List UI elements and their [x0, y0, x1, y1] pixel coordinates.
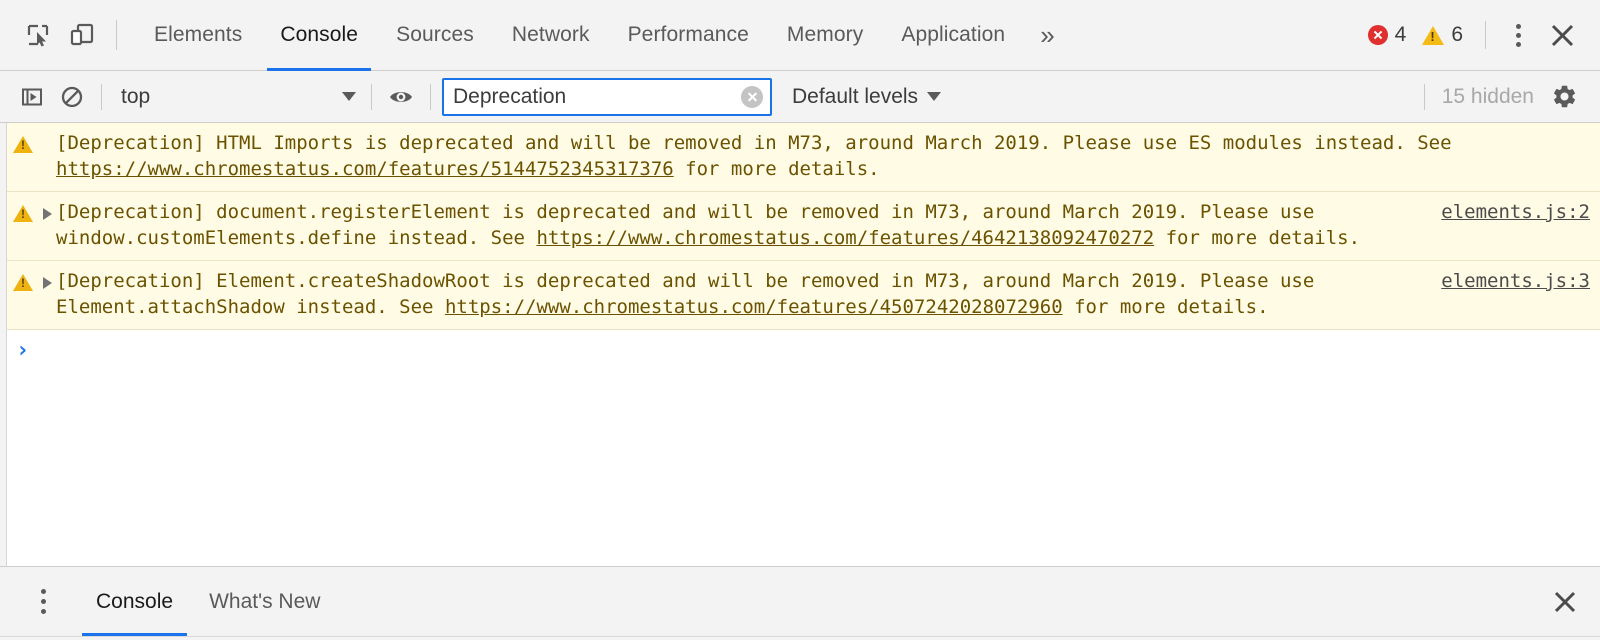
- toolbar-divider: [116, 20, 117, 50]
- close-devtools-icon[interactable]: [1538, 13, 1586, 57]
- message-link[interactable]: https://www.chromestatus.com/features/46…: [536, 227, 1154, 249]
- tab-application[interactable]: Application: [882, 0, 1024, 71]
- message-suffix: for more details.: [1062, 295, 1269, 318]
- devtools-window: Elements Console Sources Network Perform…: [0, 0, 1600, 640]
- console-message-row[interactable]: [Deprecation] Element.createShadowRoot i…: [0, 261, 1600, 330]
- tab-sources[interactable]: Sources: [377, 0, 493, 71]
- toolbar-divider: [371, 83, 372, 110]
- kebab-dot: [40, 589, 46, 594]
- error-icon: [1367, 25, 1388, 45]
- console-message-list[interactable]: [Deprecation] HTML Imports is deprecated…: [0, 123, 1600, 566]
- clear-filter-icon[interactable]: [741, 85, 763, 108]
- tab-network[interactable]: Network: [493, 0, 609, 71]
- kebab-dot: [40, 599, 46, 604]
- console-message-row[interactable]: [Deprecation] document.registerElement i…: [0, 192, 1600, 261]
- drawer-tab-console[interactable]: Console: [78, 567, 191, 636]
- filter-toolbar-right-group: 15 hidden: [1415, 77, 1586, 117]
- tab-label: Sources: [396, 23, 474, 46]
- toolbar-divider: [101, 83, 102, 110]
- console-left-gutter: [0, 123, 7, 566]
- drawer-tab-label: What's New: [209, 589, 321, 613]
- inspect-element-icon[interactable]: [16, 13, 60, 57]
- tab-memory[interactable]: Memory: [768, 0, 882, 71]
- tab-label: Performance: [627, 23, 749, 46]
- expand-arrow-icon[interactable]: [38, 269, 56, 289]
- console-message-row[interactable]: [Deprecation] HTML Imports is deprecated…: [0, 123, 1600, 192]
- message-link[interactable]: https://www.chromestatus.com/features/51…: [56, 158, 674, 180]
- tab-performance[interactable]: Performance: [609, 0, 768, 71]
- message-prefix: [Deprecation] HTML Imports is deprecated…: [56, 132, 1463, 154]
- console-message-text: [Deprecation] Element.createShadowRoot i…: [56, 269, 1429, 320]
- more-tabs-label: »: [1040, 20, 1055, 50]
- drawer-tab-whats-new[interactable]: What's New: [191, 567, 338, 636]
- toolbar-divider: [1423, 83, 1425, 110]
- devtools-main-toolbar: Elements Console Sources Network Perform…: [0, 0, 1600, 71]
- execute-snippet-icon[interactable]: [12, 77, 52, 117]
- error-count-group[interactable]: 4: [1360, 23, 1415, 47]
- execution-context-selector[interactable]: top: [111, 77, 362, 117]
- console-filter-input[interactable]: [442, 77, 772, 116]
- warning-icon: [1422, 25, 1445, 45]
- issue-counts[interactable]: 4 6: [1360, 23, 1471, 47]
- tab-console[interactable]: Console: [261, 0, 377, 71]
- expand-arrow-icon[interactable]: [38, 200, 56, 220]
- execution-context-label: top: [121, 84, 151, 108]
- tab-label: Elements: [154, 23, 243, 46]
- tab-elements[interactable]: Elements: [135, 0, 261, 71]
- console-message-text: [Deprecation] HTML Imports is deprecated…: [56, 131, 1578, 182]
- main-menu-kebab-icon[interactable]: [1498, 13, 1538, 57]
- kebab-dot: [1515, 41, 1521, 47]
- drawer-tab-list: Console What's New: [78, 567, 338, 636]
- drawer-menu-kebab-icon[interactable]: [22, 567, 64, 636]
- device-toolbar-icon[interactable]: [60, 13, 104, 57]
- drawer-tab-label: Console: [96, 589, 174, 613]
- kebab-dot: [1515, 32, 1521, 38]
- log-levels-dropdown[interactable]: Default levels: [788, 77, 945, 117]
- console-prompt[interactable]: ›: [0, 330, 1600, 566]
- prompt-chevron-icon: ›: [16, 338, 30, 363]
- warning-icon: [8, 200, 38, 222]
- tab-label: Application: [901, 23, 1006, 46]
- toolbar-right-group: 4 6: [1360, 13, 1586, 57]
- message-suffix: for more details.: [1154, 226, 1361, 249]
- live-expression-eye-icon[interactable]: [381, 77, 421, 117]
- message-source-link[interactable]: elements.js:3: [1441, 269, 1590, 295]
- console-filter-field: [442, 77, 772, 116]
- message-source-link[interactable]: elements.js:2: [1441, 200, 1590, 226]
- log-levels-label: Default levels: [792, 84, 919, 108]
- tab-label: Network: [511, 23, 590, 46]
- close-drawer-icon[interactable]: [1530, 567, 1600, 636]
- message-link[interactable]: https://www.chromestatus.com/features/45…: [445, 296, 1063, 318]
- toolbar-divider: [1485, 21, 1486, 49]
- hidden-messages-label: 15 hidden: [1441, 84, 1534, 108]
- chevron-down-icon: [342, 92, 356, 101]
- tab-label: Console: [280, 23, 359, 46]
- devtools-drawer: Console What's New: [0, 566, 1600, 636]
- panel-tab-list: Elements Console Sources Network Perform…: [135, 0, 1071, 71]
- chevron-down-icon: [927, 92, 942, 101]
- settings-gear-icon[interactable]: [1542, 77, 1586, 117]
- message-suffix: for more details.: [673, 157, 880, 180]
- warning-icon: [8, 131, 38, 153]
- toolbar-divider: [430, 83, 431, 110]
- clear-console-icon[interactable]: [52, 77, 92, 117]
- console-prompt-input[interactable]: [38, 339, 1600, 363]
- console-filter-toolbar: top Default levels 15 hidden: [0, 71, 1600, 123]
- error-count-label: 4: [1394, 23, 1407, 46]
- window-bottom-edge: [0, 636, 1600, 640]
- console-message-text: [Deprecation] document.registerElement i…: [56, 200, 1429, 251]
- tab-label: Memory: [786, 23, 864, 46]
- warning-count-group[interactable]: 6: [1414, 23, 1471, 47]
- kebab-dot: [1515, 23, 1521, 29]
- more-tabs-chevron-icon[interactable]: »: [1024, 0, 1070, 71]
- warning-icon: [8, 269, 38, 291]
- warning-count-label: 6: [1451, 23, 1463, 46]
- kebab-dot: [40, 609, 46, 614]
